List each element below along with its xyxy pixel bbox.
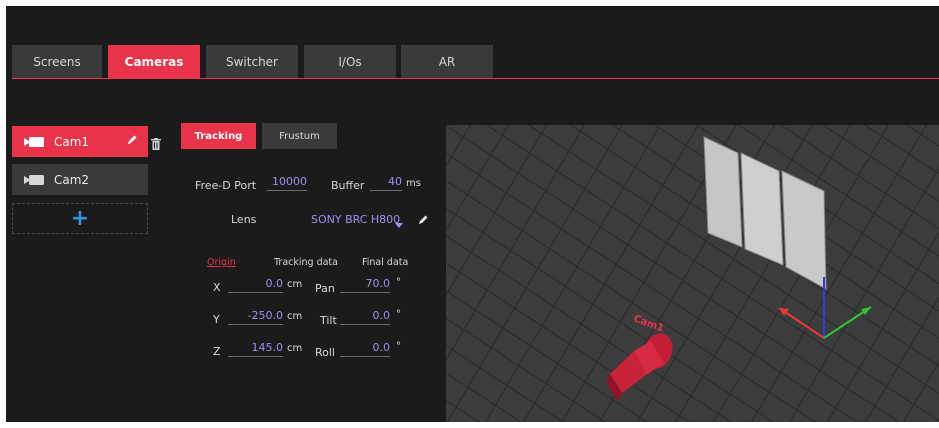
- tilt-label: Tilt: [320, 314, 337, 327]
- grid-line: [918, 125, 939, 422]
- tab-tracking[interactable]: Tracking: [181, 123, 256, 149]
- tab-switcher[interactable]: Switcher: [206, 45, 298, 78]
- grid-line: [446, 262, 690, 422]
- grid-line: [779, 125, 939, 230]
- axis-x-label: X: [213, 281, 221, 294]
- roll-label: Roll: [315, 346, 335, 359]
- z-unit: cm: [287, 343, 303, 354]
- y-input[interactable]: -250.0: [228, 309, 283, 325]
- camera-item-cam1[interactable]: Cam1: [12, 126, 148, 157]
- pencil-icon[interactable]: [126, 134, 138, 149]
- freed-port-input[interactable]: 10000: [267, 175, 307, 191]
- camera-icon: [24, 174, 44, 186]
- freed-port-label: Free-D Port: [195, 179, 257, 192]
- grid-line: [446, 125, 547, 297]
- axis-z-label: Z: [213, 345, 221, 358]
- camera-item-cam2[interactable]: Cam2: [12, 164, 148, 195]
- camera-label: Cam1: [54, 134, 90, 149]
- grid-line: [446, 125, 900, 422]
- camera-icon: [24, 136, 44, 148]
- roll-input[interactable]: 0.0: [340, 341, 390, 357]
- viewport-scene: Cam1: [446, 125, 939, 422]
- tab-cameras[interactable]: Cameras: [108, 45, 200, 78]
- axis-y-label: Y: [213, 313, 220, 326]
- trash-icon[interactable]: [151, 135, 161, 154]
- chevron-down-icon[interactable]: [395, 214, 403, 233]
- buffer-label: Buffer: [331, 179, 365, 192]
- tab-ios[interactable]: I/Os: [304, 45, 396, 78]
- camera-label: Cam2: [54, 172, 90, 187]
- pan-label: Pan: [315, 282, 335, 295]
- tracking-data-header: Tracking data: [274, 257, 338, 268]
- pan-input[interactable]: 70.0: [340, 277, 390, 293]
- grid-line: [446, 125, 471, 168]
- grid-line: [446, 125, 509, 232]
- grid-line: [446, 125, 623, 422]
- tilt-input[interactable]: 0.0: [340, 309, 390, 325]
- buffer-input[interactable]: 40: [370, 175, 402, 191]
- 3d-viewport[interactable]: Cam1: [446, 125, 939, 422]
- roll-unit: °: [396, 341, 401, 352]
- lens-select[interactable]: SONY BRC H800: [311, 213, 400, 226]
- grid-line: [485, 125, 939, 422]
- grid-line: [446, 290, 648, 422]
- tilt-unit: °: [396, 309, 401, 320]
- cam1-3d-label: Cam1: [632, 313, 665, 334]
- z-input[interactable]: 145.0: [228, 341, 283, 357]
- grid-line: [864, 296, 939, 422]
- pan-unit: °: [396, 277, 401, 288]
- buffer-unit: ms: [406, 178, 421, 189]
- grid-line: [446, 125, 585, 361]
- screen-panel-3: [781, 170, 827, 290]
- y-unit: cm: [287, 311, 303, 322]
- x-unit: cm: [287, 279, 303, 290]
- final-data-header: Final data: [362, 257, 409, 268]
- tab-underline: [12, 78, 939, 79]
- lens-label: Lens: [231, 213, 257, 226]
- grid-line: [446, 345, 564, 422]
- origin-link[interactable]: Origin: [207, 257, 236, 268]
- x-input[interactable]: 0.0: [228, 277, 283, 293]
- pencil-icon[interactable]: [417, 211, 429, 230]
- tab-ar[interactable]: AR: [401, 45, 493, 78]
- screen-panel-1: [703, 136, 743, 248]
- tab-screens[interactable]: Screens: [12, 45, 102, 78]
- tab-frustum[interactable]: Frustum: [262, 123, 337, 149]
- add-camera-button[interactable]: +: [12, 203, 148, 234]
- screen-panel-2: [740, 152, 784, 266]
- app-window: Screens Cameras Switcher I/Os AR Cam1 Ca…: [6, 6, 939, 422]
